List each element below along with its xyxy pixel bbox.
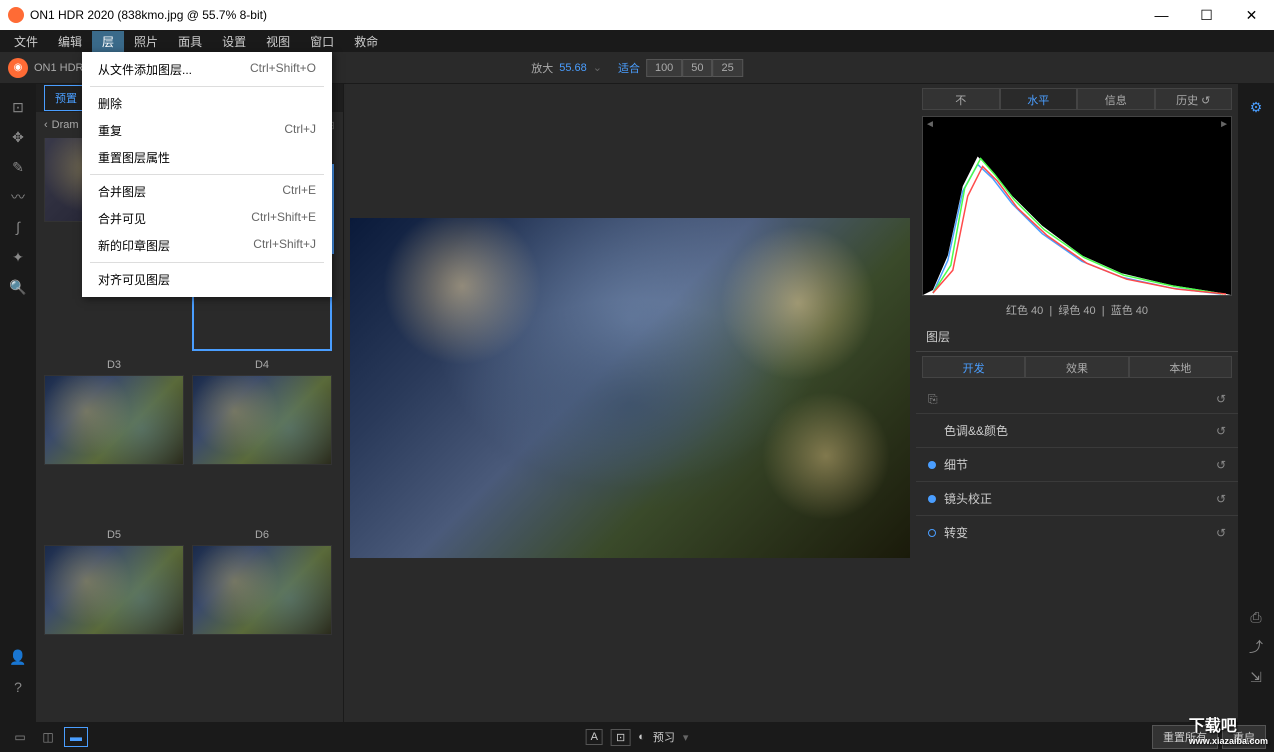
menu-item[interactable]: 合并图层Ctrl+E: [82, 178, 332, 205]
layer-menu-dropdown: 从文件添加图层...Ctrl+Shift+O 删除重复Ctrl+J重置图层属性合并…: [82, 52, 332, 297]
panel-tab-0[interactable]: 不: [922, 88, 1000, 110]
reset-icon[interactable]: ↺: [1216, 526, 1226, 540]
zoom-label: 放大: [531, 60, 553, 76]
canvas-area[interactable]: [344, 84, 916, 752]
panel-tab-1[interactable]: 水平: [1000, 88, 1078, 110]
zoom-preset-50[interactable]: 50: [682, 59, 712, 77]
brush-tool-icon[interactable]: ✎: [0, 152, 36, 182]
right-panel: 不水平信息历史 ↺ ◄ ► 红色 40 | 绿色 40 | 蓝色 40 图层 开…: [916, 84, 1238, 752]
window-titlebar: ON1 HDR 2020 (838kmo.jpg @ 55.7% 8-bit) …: [0, 0, 1274, 30]
close-button[interactable]: ✕: [1229, 0, 1274, 30]
export-icon[interactable]: ⇲: [1238, 662, 1274, 692]
marker-a-icon[interactable]: A: [586, 729, 603, 745]
menu-视图[interactable]: 视图: [256, 31, 300, 52]
layers-title: 图层: [916, 322, 1238, 352]
main-image: [350, 218, 910, 558]
histogram-values: 红色 40 | 绿色 40 | 蓝色 40: [916, 302, 1238, 318]
zoom-tool-icon[interactable]: 🔍: [0, 272, 36, 302]
breadcrumb-label[interactable]: Dram: [52, 119, 79, 131]
app-icon: [8, 7, 24, 23]
menu-item[interactable]: 重复Ctrl+J: [82, 117, 332, 144]
back-icon[interactable]: ‹: [44, 119, 48, 131]
curve-tool-icon[interactable]: ∫: [0, 212, 36, 242]
adjustment-细节[interactable]: 细节↺: [916, 447, 1238, 481]
app-name-label: ON1 HDR: [34, 62, 84, 74]
layer-tab-开发[interactable]: 开发: [922, 356, 1025, 378]
export-icon[interactable]: ⎘: [928, 392, 938, 407]
preset-D4[interactable]: D4: [192, 359, 332, 520]
reset-icon[interactable]: ↺: [1216, 392, 1226, 407]
maximize-button[interactable]: ☐: [1184, 0, 1229, 30]
sparkle-tool-icon[interactable]: ✦: [0, 242, 36, 272]
window-title: ON1 HDR 2020 (838kmo.jpg @ 55.7% 8-bit): [30, 8, 267, 22]
adjustment-镜头校正[interactable]: 镜头校正↺: [916, 481, 1238, 515]
menu-照片[interactable]: 照片: [124, 31, 168, 52]
adjustment-色调&&颜色[interactable]: 色调&&颜色↺: [916, 413, 1238, 447]
on1-logo-icon: ◉: [8, 58, 28, 78]
zoom-preset-25[interactable]: 25: [713, 59, 743, 77]
user-icon[interactable]: 👤: [0, 642, 36, 672]
reset-icon[interactable]: ↺: [1216, 492, 1226, 506]
histogram-clip-right-icon[interactable]: ►: [1219, 119, 1229, 130]
menu-item[interactable]: 新的印章图层Ctrl+Shift+J: [82, 232, 332, 259]
menu-item[interactable]: 对齐可见图层: [82, 266, 332, 293]
view-compare-icon[interactable]: ◫: [36, 727, 60, 747]
menu-救命[interactable]: 救命: [344, 31, 388, 52]
menu-item[interactable]: 合并可见Ctrl+Shift+E: [82, 205, 332, 232]
toggle-icon[interactable]: ◐: [638, 731, 645, 743]
fit-button[interactable]: 适合: [618, 60, 640, 76]
view-split-icon[interactable]: ▬: [64, 727, 88, 747]
menu-文件[interactable]: 文件: [4, 31, 48, 52]
watermark: 下载吧 www.xiazaiba.com: [1189, 712, 1268, 746]
menu-bar: 文件编辑层照片面具设置视图窗口救命: [0, 30, 1274, 52]
histogram-clip-left-icon[interactable]: ◄: [925, 119, 935, 130]
menu-item[interactable]: 删除: [82, 90, 332, 117]
settings-icon[interactable]: ⚙: [1238, 92, 1274, 122]
view-single-icon[interactable]: ▭: [8, 727, 32, 747]
reset-icon[interactable]: ↺: [1216, 458, 1226, 472]
preset-D6[interactable]: D6: [192, 529, 332, 690]
right-tool-strip: ⚙ ⎙ ⤴ ⇲: [1238, 84, 1274, 752]
help-icon[interactable]: ?: [0, 672, 36, 702]
histogram: ◄ ►: [922, 116, 1232, 296]
crop-tool-icon[interactable]: ⊡: [0, 92, 36, 122]
menu-设置[interactable]: 设置: [212, 31, 256, 52]
print-icon[interactable]: ⎙: [1238, 602, 1274, 632]
heal-tool-icon[interactable]: 〰: [0, 182, 36, 212]
panel-tab-2[interactable]: 信息: [1077, 88, 1155, 110]
marker-b-icon[interactable]: ⊡: [611, 729, 630, 746]
dropdown-icon[interactable]: ▾: [683, 731, 689, 744]
zoom-preset-100[interactable]: 100: [646, 59, 682, 77]
adjustment-转变[interactable]: 转变↺: [916, 515, 1238, 549]
bottom-bar: ▭ ◫ ▬ A ⊡ ◐ 预习 ▾ 重置所有 重启: [0, 722, 1274, 752]
menu-面具[interactable]: 面具: [168, 31, 212, 52]
menu-item[interactable]: 从文件添加图层...Ctrl+Shift+O: [82, 56, 332, 83]
menu-item[interactable]: 重置图层属性: [82, 144, 332, 171]
share-icon[interactable]: ⤴: [1238, 632, 1274, 662]
menu-层[interactable]: 层: [92, 31, 124, 52]
minimize-button[interactable]: —: [1139, 0, 1184, 30]
zoom-dropdown-icon[interactable]: ⌄: [593, 61, 602, 74]
preset-D5[interactable]: D5: [44, 529, 184, 690]
menu-编辑[interactable]: 编辑: [48, 31, 92, 52]
zoom-value[interactable]: 55.68: [559, 62, 587, 74]
panel-tab-3[interactable]: 历史 ↺: [1155, 88, 1233, 110]
left-tool-strip: ⊡ ✥ ✎ 〰 ∫ ✦ 🔍 👤 ?: [0, 84, 36, 752]
move-tool-icon[interactable]: ✥: [0, 122, 36, 152]
layer-tab-本地[interactable]: 本地: [1129, 356, 1232, 378]
reset-icon[interactable]: ↺: [1216, 424, 1226, 438]
preview-button[interactable]: 预习: [653, 729, 675, 745]
menu-窗口[interactable]: 窗口: [300, 31, 344, 52]
preset-D3[interactable]: D3: [44, 359, 184, 520]
layer-tab-效果[interactable]: 效果: [1025, 356, 1128, 378]
